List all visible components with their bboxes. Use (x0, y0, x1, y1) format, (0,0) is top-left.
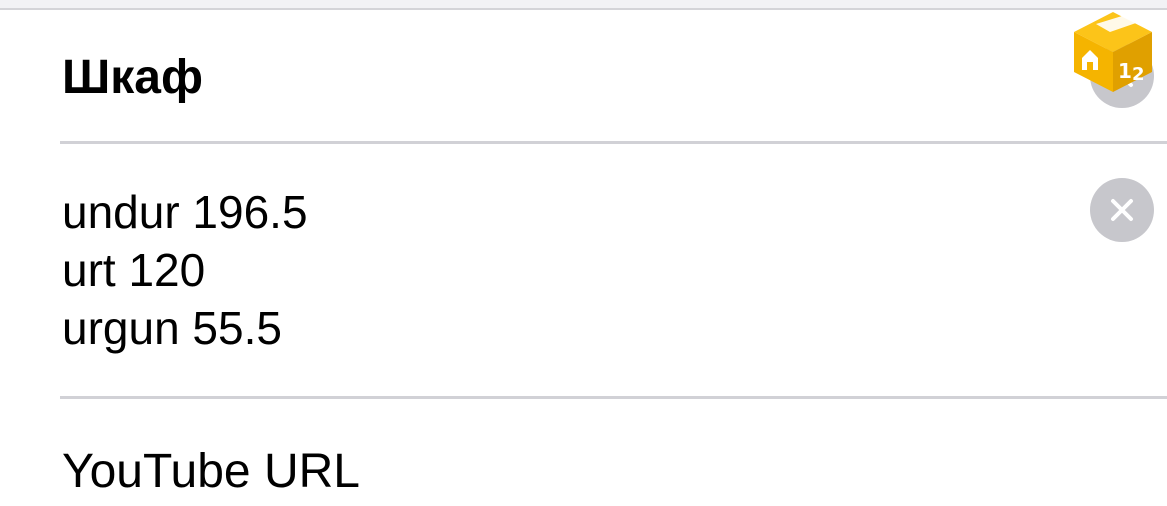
title-field[interactable]: Шкаф (62, 48, 203, 108)
notes-line: urt 120 (62, 244, 206, 296)
clear-notes-button[interactable] (1090, 178, 1154, 242)
svg-text:2: 2 (1132, 64, 1145, 85)
notes-divider (60, 396, 1167, 399)
package-box-icon: 1 2 (1070, 8, 1156, 94)
notes-field[interactable]: undur 196.5 urt 120 urgun 55.5 (62, 183, 308, 357)
notes-line: undur 196.5 (62, 186, 308, 238)
notes-line: urgun 55.5 (62, 302, 282, 354)
close-icon (1111, 199, 1133, 221)
youtube-url-field[interactable]: YouTube URL (62, 442, 360, 502)
svg-text:1: 1 (1118, 59, 1132, 83)
top-edge-divider (0, 0, 1167, 10)
title-divider (60, 141, 1167, 144)
